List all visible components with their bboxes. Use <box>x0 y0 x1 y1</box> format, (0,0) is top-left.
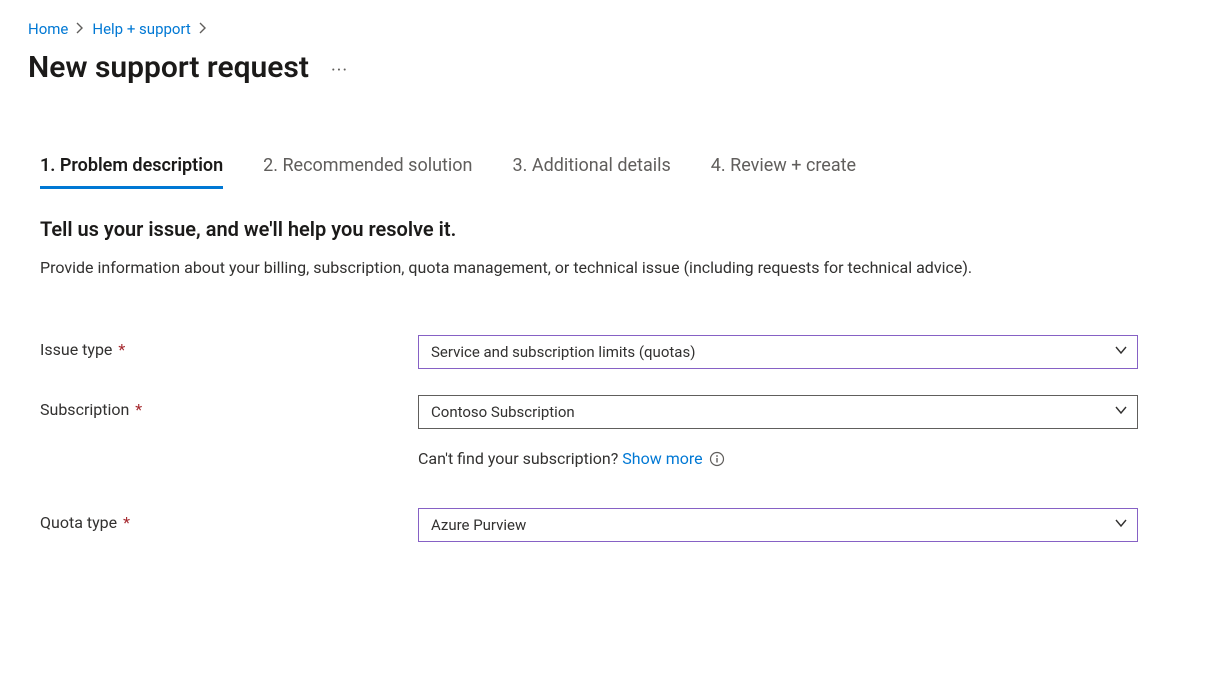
subscription-value: Contoso Subscription <box>431 403 575 421</box>
required-indicator: * <box>114 340 125 359</box>
subscription-hint-text: Can't find your subscription? <box>418 449 618 468</box>
subscription-hint: Can't find your subscription? Show more <box>418 449 1192 468</box>
section-description: Provide information about your billing, … <box>40 257 1140 279</box>
tab-problem-description[interactable]: 1. Problem description <box>40 155 223 189</box>
breadcrumb-home[interactable]: Home <box>28 20 68 38</box>
tabs: 1. Problem description 2. Recommended so… <box>28 155 1192 189</box>
subscription-label: Subscription * <box>40 395 418 419</box>
breadcrumb: Home Help + support <box>28 20 1192 38</box>
required-indicator: * <box>119 513 130 532</box>
breadcrumb-help-support[interactable]: Help + support <box>92 20 190 38</box>
required-indicator: * <box>131 400 142 419</box>
show-more-link[interactable]: Show more <box>622 449 702 468</box>
tab-review-create[interactable]: 4. Review + create <box>711 155 856 189</box>
tab-additional-details[interactable]: 3. Additional details <box>513 155 671 189</box>
issue-type-select[interactable]: Service and subscription limits (quotas) <box>418 335 1138 369</box>
quota-type-select[interactable]: Azure Purview <box>418 508 1138 542</box>
issue-type-label: Issue type * <box>40 335 418 359</box>
subscription-select[interactable]: Contoso Subscription <box>418 395 1138 429</box>
info-icon[interactable] <box>709 451 725 467</box>
quota-type-label: Quota type * <box>40 508 418 532</box>
tab-recommended-solution[interactable]: 2. Recommended solution <box>263 155 472 189</box>
chevron-right-icon <box>74 20 86 38</box>
page-title: New support request <box>28 50 309 85</box>
quota-type-value: Azure Purview <box>431 516 526 534</box>
issue-type-value: Service and subscription limits (quotas) <box>431 343 695 361</box>
chevron-right-icon <box>197 20 209 38</box>
more-actions-button[interactable]: ··· <box>325 56 354 85</box>
section-subtitle: Tell us your issue, and we'll help you r… <box>40 217 1192 241</box>
